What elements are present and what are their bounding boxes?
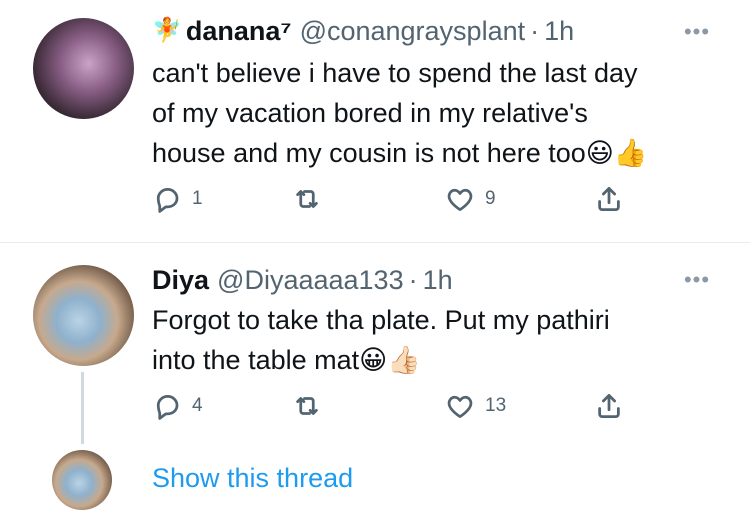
more-horizontal-icon[interactable]: ••• [677, 21, 717, 43]
separator-dot: · [530, 15, 540, 46]
retweet-button[interactable] [292, 184, 332, 214]
share-icon [598, 394, 620, 418]
reply-count: 4 [192, 395, 203, 416]
tweet-actions: 1 9 [152, 184, 632, 220]
reply-count: 1 [192, 188, 203, 209]
emoji-trail: 😀👍🏻 [359, 345, 421, 375]
tweet-line-text: house and my cousin is not here too [152, 138, 586, 168]
tweet-header: 🧚 danana⁷ @conangraysplant · 1h [152, 14, 574, 48]
heart-icon [447, 395, 473, 418]
share-button[interactable] [594, 391, 624, 421]
like-button[interactable]: 9 [445, 184, 496, 214]
reply-button[interactable]: 1 [152, 184, 203, 214]
like-button[interactable]: 13 [445, 391, 506, 421]
tweet-text: Forgot to take tha plate. Put my pathiri… [152, 300, 610, 380]
tweet-1[interactable]: 🧚 danana⁷ @conangraysplant · 1h ••• can'… [0, 0, 750, 242]
retweet-icon [296, 190, 318, 208]
tweet-line: Forgot to take tha plate. Put my pathiri [152, 305, 610, 335]
share-button[interactable] [594, 184, 624, 214]
tweet-actions: 4 13 [152, 391, 632, 427]
tweet-text: can't believe i have to spend the last d… [152, 53, 648, 173]
tweet-line: house and my cousin is not here too😃👍 [152, 133, 648, 173]
retweet-icon [296, 397, 318, 415]
timestamp[interactable]: 1h [423, 265, 453, 296]
timestamp[interactable]: 1h [544, 16, 574, 47]
tweet-line: can't believe i have to spend the last d… [152, 58, 638, 88]
emoji-trail: 😃👍 [585, 138, 648, 168]
display-name[interactable]: danana⁷ [186, 16, 292, 47]
thread-connector-line [81, 372, 84, 444]
tweet-line: of my vacation bored in my relative's [152, 98, 588, 128]
user-handle[interactable]: @Diyaaaaa133 [217, 265, 404, 296]
tweet-line-text: into the table mat [152, 345, 360, 375]
tweet-line: into the table mat😀👍🏻 [152, 340, 610, 380]
tweet-header: Diya @Diyaaaaa133 · 1h [152, 263, 453, 297]
thread-avatar[interactable] [52, 450, 112, 510]
like-count: 13 [485, 395, 507, 416]
avatar[interactable] [33, 18, 134, 119]
fairy-emoji: 🧚 [152, 17, 182, 44]
display-name[interactable]: Diya [152, 265, 209, 296]
reply-button[interactable]: 4 [152, 391, 203, 421]
avatar[interactable] [33, 265, 134, 366]
separator-dot: · [408, 264, 418, 295]
like-count: 9 [485, 188, 496, 209]
user-handle[interactable]: @conangraysplant [300, 16, 526, 47]
more-horizontal-icon[interactable]: ••• [677, 269, 717, 291]
reply-icon [156, 188, 179, 213]
retweet-button[interactable] [292, 391, 332, 421]
share-icon [598, 187, 620, 211]
heart-icon [447, 188, 473, 211]
show-thread-link[interactable]: Show this thread [152, 463, 353, 494]
reply-icon [156, 395, 179, 420]
